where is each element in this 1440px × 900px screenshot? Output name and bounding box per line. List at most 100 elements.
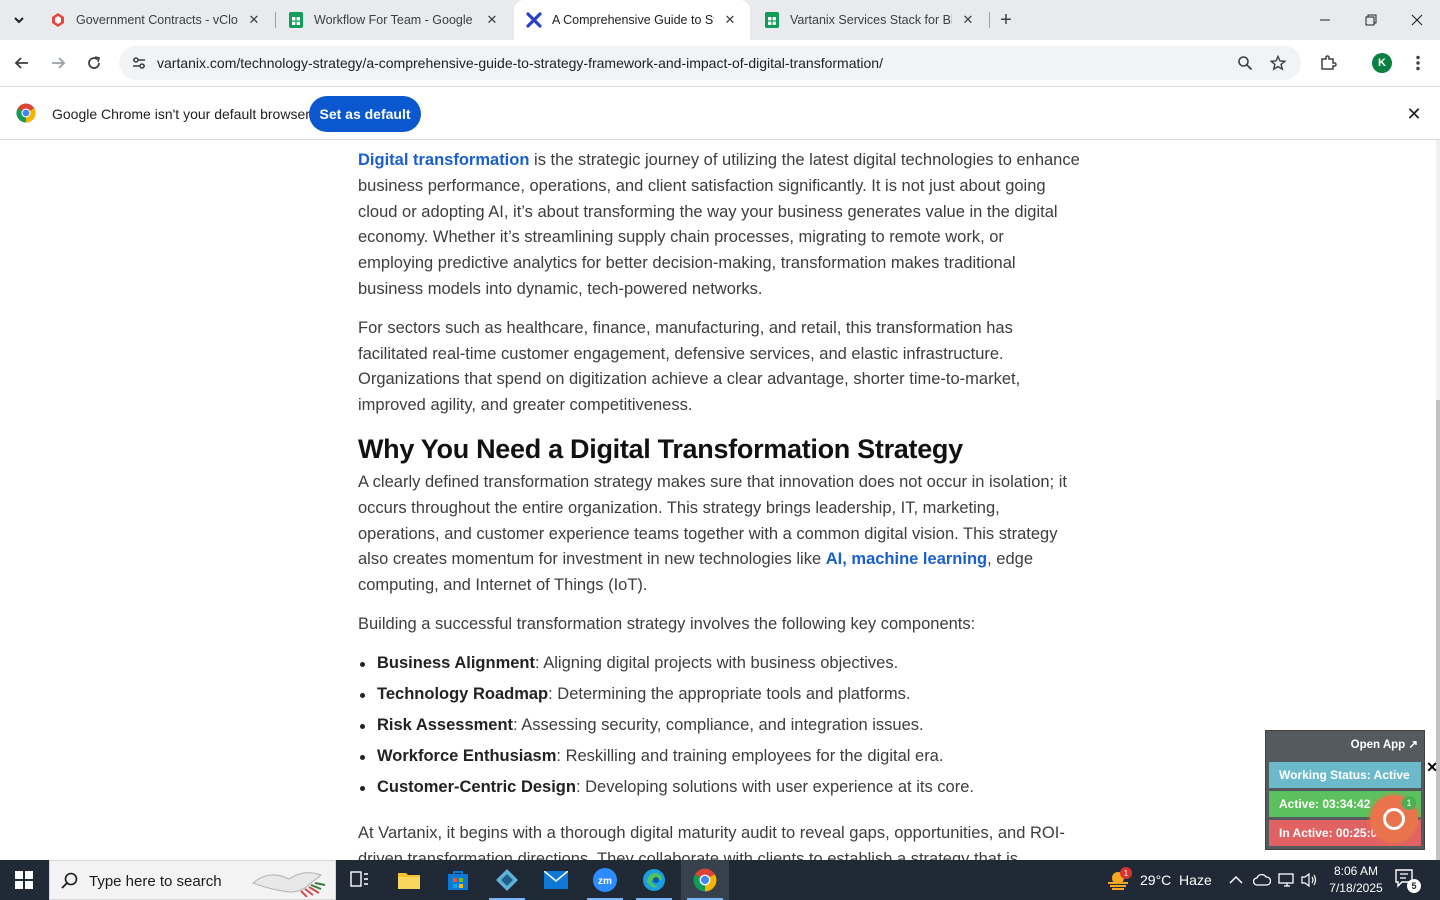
restore-button[interactable] <box>1348 0 1394 40</box>
minimize-icon <box>1320 19 1330 21</box>
taskbar-microsoft-store[interactable] <box>434 860 482 900</box>
close-infobar-button[interactable]: ✕ <box>1402 102 1426 126</box>
list-item-term: Risk Assessment <box>377 715 514 734</box>
back-button[interactable] <box>8 49 36 77</box>
sheets-favicon-icon <box>764 12 780 28</box>
magnifier-icon <box>1238 56 1253 71</box>
task-view-button[interactable] <box>336 860 384 900</box>
reload-icon <box>88 56 100 69</box>
address-bar[interactable]: vartanix.com/technology-strategy/a-compr… <box>119 46 1301 80</box>
close-tab-icon[interactable]: ✕ <box>960 12 976 28</box>
open-app-link[interactable]: Open App ↗ <box>1351 737 1418 751</box>
site-info-button[interactable] <box>127 51 151 75</box>
star-icon <box>1270 55 1286 71</box>
search-highlight-dove-icon <box>252 872 326 897</box>
close-window-button[interactable] <box>1394 0 1440 40</box>
windows-logo-icon <box>15 871 33 889</box>
page-viewport: Digital transformation is the strategic … <box>0 140 1440 860</box>
article-paragraph: For sectors such as healthcare, finance,… <box>358 318 1021 415</box>
volume-tray-icon[interactable] <box>1301 860 1319 900</box>
close-icon: ✕ <box>1406 103 1422 124</box>
profile-button[interactable]: K <box>1368 49 1396 77</box>
chrome-logo-icon <box>16 103 36 123</box>
tab-title: Vartanix Services Stack for Blog <box>790 13 952 27</box>
store-bag-icon <box>448 871 468 890</box>
article-paragraph: Building a successful transformation str… <box>358 614 976 633</box>
plus-icon: + <box>1000 8 1012 31</box>
network-tray-icon[interactable] <box>1278 860 1296 900</box>
chevron-down-icon <box>14 17 24 24</box>
task-view-icon <box>350 871 368 887</box>
onedrive-tray-icon[interactable] <box>1253 860 1271 900</box>
list-item-desc: : Aligning digital projects with busines… <box>535 653 899 672</box>
close-widget-icon[interactable]: ✕ <box>1426 759 1438 776</box>
taskbar-file-explorer[interactable] <box>385 860 433 900</box>
show-hidden-icons-button[interactable] <box>1229 860 1243 900</box>
folder-icon <box>398 873 420 889</box>
start-button[interactable] <box>0 860 48 900</box>
reload-button[interactable] <box>80 49 108 77</box>
digital-transformation-link[interactable]: Digital transformation <box>358 151 529 169</box>
list-item-desc: : Determining the appropriate tools and … <box>548 684 911 703</box>
tab-government-contracts[interactable]: Government Contracts - vCloud ✕ <box>38 0 274 40</box>
zoom-button[interactable] <box>1233 51 1257 75</box>
taskbar-app-diamond[interactable] <box>483 860 531 900</box>
taskbar-edge[interactable] <box>630 860 678 900</box>
list-item: Workforce Enthusiasm: Reskilling and tra… <box>358 744 1083 770</box>
cloud-icon <box>1253 874 1271 886</box>
close-tab-icon[interactable]: ✕ <box>246 12 262 28</box>
list-item: Customer-Centric Design: Developing solu… <box>358 775 1083 801</box>
tab-title: A Comprehensive Guide to Strategy <box>552 13 714 27</box>
tab-divider <box>989 12 990 28</box>
weather-widget[interactable]: 1 29°C Haze <box>1106 860 1212 900</box>
taskbar-mail[interactable] <box>532 860 580 900</box>
search-icon <box>61 872 78 889</box>
bookmark-button[interactable] <box>1266 51 1290 75</box>
tab-workflow-for-team[interactable]: Workflow For Team - Google Sheets ✕ <box>276 0 512 40</box>
tab-vartanix-services-stack[interactable]: Vartanix Services Stack for Blog ✕ <box>752 0 988 40</box>
list-item: Risk Assessment: Assessing security, com… <box>358 713 1083 739</box>
search-placeholder: Type here to search <box>89 873 222 890</box>
network-icon <box>1278 873 1294 887</box>
tab-comprehensive-guide[interactable]: A Comprehensive Guide to Strategy ✕ <box>514 0 750 40</box>
new-tab-button[interactable]: + <box>994 8 1018 32</box>
tune-icon <box>133 57 145 69</box>
list-item-term: Customer-Centric Design <box>377 778 576 797</box>
minimize-button[interactable] <box>1302 0 1348 40</box>
close-tab-icon[interactable]: ✕ <box>484 12 500 28</box>
avatar: K <box>1372 53 1392 73</box>
machine-learning-link[interactable]: machine learning <box>851 550 987 568</box>
weather-badge: 1 <box>1120 867 1132 879</box>
taskbar-clock[interactable]: 8:06 AM 7/18/2025 <box>1325 863 1387 897</box>
diamond-app-icon <box>496 869 518 891</box>
scrollbar-thumb[interactable] <box>1436 400 1440 860</box>
taskbar-search-box[interactable]: Type here to search <box>49 860 336 900</box>
ai-link[interactable]: AI <box>826 550 843 568</box>
svg-text:zm: zm <box>598 876 612 887</box>
list-item-term: Workforce Enthusiasm <box>377 747 557 766</box>
arrow-right-icon <box>52 57 66 69</box>
tab-title: Government Contracts - vCloud <box>76 13 238 27</box>
chrome-menu-button[interactable] <box>1404 49 1432 77</box>
taskbar-chrome[interactable] <box>681 860 729 900</box>
paragraph-text: is the strategic journey of utilizing th… <box>358 151 1080 298</box>
speaker-icon <box>1301 872 1317 888</box>
notification-center-button[interactable]: 5 <box>1394 868 1422 893</box>
list-item: Technology Roadmap: Determining the appr… <box>358 682 1083 708</box>
kebab-menu-icon <box>1416 55 1420 71</box>
arrow-left-icon <box>14 57 28 69</box>
clock-date: 7/18/2025 <box>1329 881 1383 895</box>
chevron-up-icon <box>1229 875 1243 884</box>
close-icon <box>1411 14 1423 26</box>
url-text: vartanix.com/technology-strategy/a-compr… <box>157 55 883 71</box>
close-tab-icon[interactable]: ✕ <box>722 12 738 28</box>
chat-badge: 1 <box>1402 796 1416 810</box>
taskbar-zoom[interactable]: zm <box>581 860 629 900</box>
extensions-button[interactable] <box>1314 49 1342 77</box>
list-item: Business Alignment: Aligning digital pro… <box>358 651 1083 677</box>
vartanix-favicon-icon <box>526 12 542 28</box>
edge-icon <box>643 869 665 891</box>
tab-search-button[interactable] <box>6 7 32 33</box>
forward-button[interactable] <box>44 49 72 77</box>
set-as-default-button[interactable]: Set as default <box>309 96 421 132</box>
